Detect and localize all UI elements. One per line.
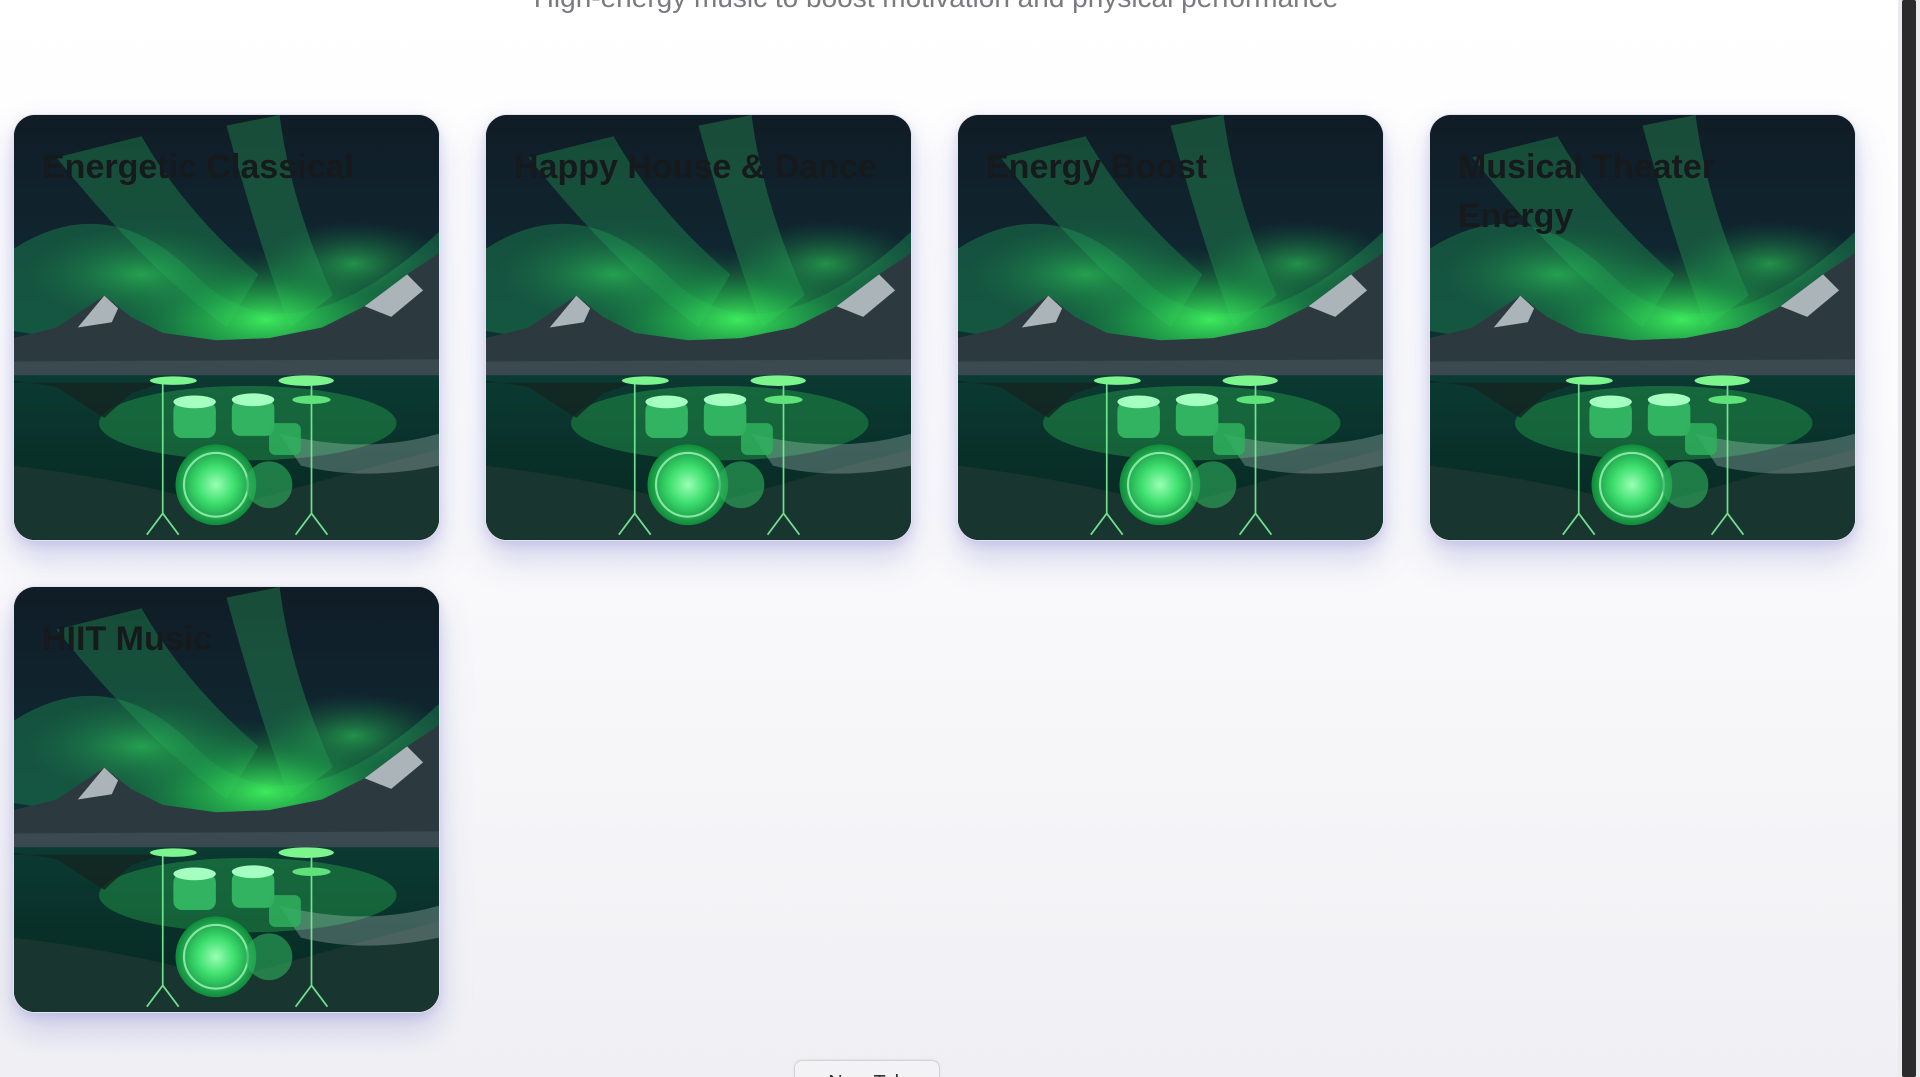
- playlist-title: Energy Boost: [986, 148, 1208, 186]
- new-tab-button[interactable]: New Tab: [794, 1060, 940, 1077]
- playlist-title: HIIT Music: [42, 620, 213, 658]
- playlist-card-energetic-classical[interactable]: Energetic Classical: [13, 114, 440, 541]
- playlist-title: Energetic Classical: [42, 148, 354, 186]
- page-subtitle: High-energy music to boost motivation an…: [0, 0, 1872, 14]
- playlist-card-happy-house-dance[interactable]: Happy House & Dance: [485, 114, 912, 541]
- playlist-card-hiit-music[interactable]: HIIT Music: [13, 586, 440, 1013]
- playlist-card-musical-theater-energy[interactable]: Musical Theater Energy: [1429, 114, 1856, 541]
- scrollbar-thumb[interactable]: [1902, 0, 1916, 1077]
- playlist-title: Happy House & Dance: [514, 148, 877, 186]
- playlist-title: Musical Theater Energy: [1458, 148, 1715, 235]
- playlist-card-energy-boost[interactable]: Energy Boost: [957, 114, 1384, 541]
- scrollbar-track[interactable]: [1898, 0, 1920, 1077]
